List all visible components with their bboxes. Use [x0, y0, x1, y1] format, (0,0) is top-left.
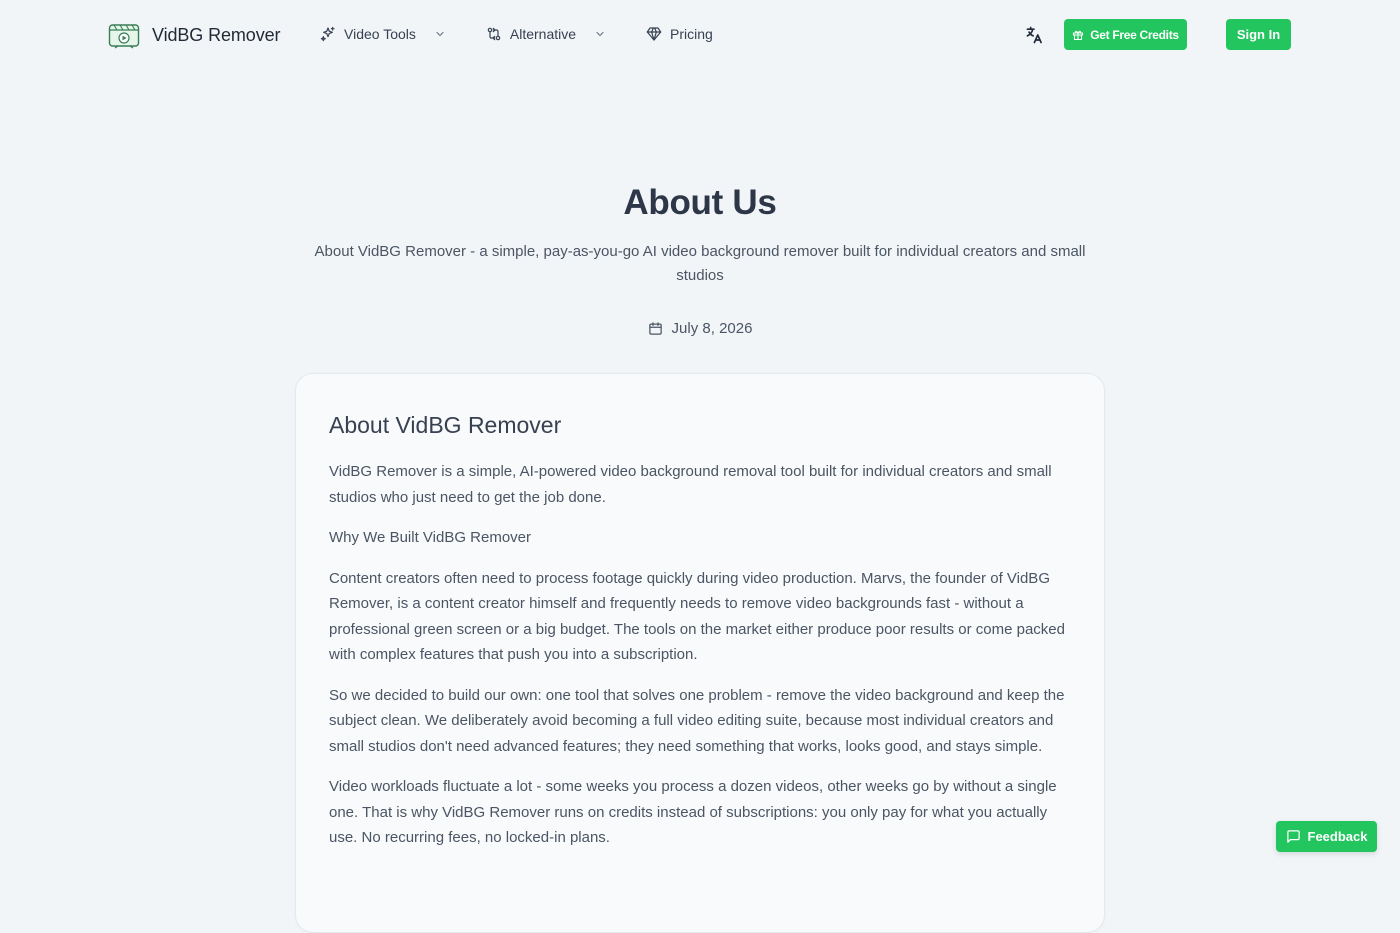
get-free-credits-label: Get Free Credits	[1090, 27, 1179, 42]
article-title: About VidBG Remover	[329, 412, 562, 438]
gem-icon	[646, 27, 662, 41]
site-header: VidBG Remover Video Tools Alternative Pr…	[0, 0, 1400, 70]
nav-pricing-label: Pricing	[670, 26, 713, 42]
language-icon[interactable]	[1024, 25, 1044, 45]
chevron-down-icon	[596, 31, 604, 37]
sparkles-icon	[320, 26, 335, 42]
brand-name: VidBG Remover	[152, 24, 281, 45]
nav-video-tools[interactable]: Video Tools	[320, 22, 446, 46]
publish-date: July 8, 2026	[0, 320, 1400, 337]
article-paragraph: Video workloads fluctuate a lot - some w…	[329, 778, 1057, 846]
calendar-icon	[648, 322, 662, 335]
article-card: About VidBG Remover VidBG Remover is a s…	[295, 373, 1105, 933]
nav-alternative[interactable]: Alternative	[486, 22, 606, 46]
article-paragraph: So we decided to build our own: one tool…	[329, 686, 1065, 755]
article-paragraph: Content creators often need to process f…	[329, 569, 1065, 664]
chevron-down-icon	[436, 31, 444, 37]
nav-alternative-label: Alternative	[509, 26, 577, 42]
article-paragraph: VidBG Remover is a simple, AI-powered vi…	[329, 463, 1052, 506]
main-nav: Video Tools Alternative Pricing	[320, 22, 713, 46]
article-paragraph: Why We Built VidBG Remover	[329, 529, 532, 546]
feedback-button[interactable]: Feedback	[1276, 821, 1377, 852]
publish-date-text: July 8, 2026	[671, 320, 753, 337]
feedback-label: Feedback	[1307, 829, 1368, 844]
sign-in-button[interactable]: Sign In	[1226, 19, 1291, 50]
nav-video-tools-label: Video Tools	[344, 26, 416, 42]
gift-icon	[1073, 30, 1084, 40]
brand-logo-link[interactable]: VidBG Remover	[108, 18, 281, 52]
nav-pricing[interactable]: Pricing	[646, 22, 713, 46]
get-free-credits-button[interactable]: Get Free Credits	[1064, 19, 1187, 50]
git-compare-icon	[487, 27, 501, 41]
page-subtitle: About VidBG Remover - a simple, pay-as-y…	[314, 243, 1086, 284]
page-title: About Us	[623, 183, 777, 222]
article-body: VidBG Remover is a simple, AI-powered vi…	[329, 459, 1074, 866]
video-logo-icon	[108, 24, 140, 49]
message-square-icon	[1286, 830, 1300, 843]
